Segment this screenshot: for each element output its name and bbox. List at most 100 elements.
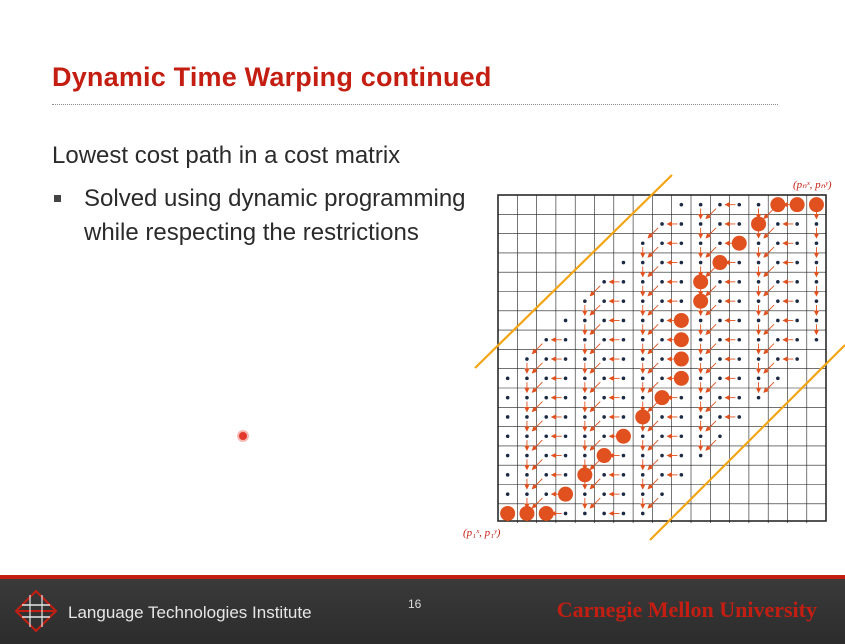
cell-dot: [679, 434, 684, 439]
cell-dot: [698, 415, 703, 419]
cell-dot: [563, 337, 568, 342]
cell-dot: [602, 511, 606, 516]
path-cell: [712, 255, 728, 271]
cell-dot: [602, 299, 606, 303]
cell-dot: [583, 415, 587, 419]
path-cell: [615, 428, 631, 444]
cell-dot: [737, 260, 742, 265]
cell-dot: [640, 299, 645, 303]
cell-dot: [795, 357, 799, 361]
cell-dot: [718, 415, 722, 419]
dtw-cost-matrix-figure: (pₙˣ, pₙʸ) (p₁ˣ, p₁ʸ): [463, 174, 845, 541]
cell-dot: [795, 280, 799, 284]
cell-dot: [544, 492, 549, 496]
cell-dot: [505, 492, 510, 496]
cell-dot: [640, 280, 645, 284]
path-cell: [577, 467, 593, 483]
cell-dot: [814, 241, 819, 246]
cell-dot: [698, 395, 703, 400]
cell-dot: [698, 222, 703, 226]
cell-dot: [756, 357, 761, 361]
cell-dot: [795, 337, 799, 342]
cell-dot: [718, 222, 722, 226]
cell-dot: [795, 299, 799, 303]
cell-dot: [679, 222, 684, 226]
cell-dot: [776, 222, 780, 226]
cell-dot: [679, 202, 684, 207]
cell-dot: [525, 434, 529, 439]
cell-dot: [737, 202, 742, 207]
path-cell: [673, 351, 689, 367]
cell-dot: [602, 492, 606, 496]
cell-dot: [756, 318, 761, 323]
cell-dot: [679, 473, 684, 477]
cell-dot: [776, 318, 780, 323]
cell-dot: [525, 473, 529, 477]
path-cell: [654, 390, 670, 406]
cell-dot: [660, 260, 664, 265]
path-cell: [693, 274, 709, 290]
cell-dot: [621, 453, 626, 458]
path-cell: [519, 505, 535, 521]
cell-dot: [737, 299, 742, 303]
cell-dot: [602, 395, 606, 400]
path-cell: [635, 409, 651, 425]
cell-dot: [640, 434, 645, 439]
cell-dot: [660, 453, 664, 458]
cell-dot: [621, 376, 626, 381]
cell-dot: [544, 473, 549, 477]
cell-dot: [505, 434, 510, 439]
cell-dot: [602, 337, 606, 342]
start-point-label: (p₁ˣ, p₁ʸ): [463, 527, 501, 539]
path-cell: [673, 312, 689, 328]
cell-dot: [718, 376, 722, 381]
cell-dot: [756, 376, 761, 381]
cell-dot: [640, 357, 645, 361]
cell-dot: [660, 337, 664, 342]
cell-dot: [698, 318, 703, 323]
slide-title: Dynamic Time Warping continued: [52, 62, 492, 92]
bullet-marker: [54, 195, 61, 202]
cell-dot: [602, 357, 606, 361]
cell-dot: [621, 260, 626, 265]
cell-dot: [640, 492, 645, 496]
cell-dot: [698, 453, 703, 458]
cell-dot: [660, 280, 664, 284]
slide-subtitle: Lowest cost path in a cost matrix: [52, 142, 401, 169]
cell-dot: [679, 395, 684, 400]
cell-dot: [660, 492, 664, 496]
footer-bar: Language Technologies Institute 16 Carne…: [0, 575, 845, 644]
cell-dot: [737, 318, 742, 323]
cell-dot: [621, 318, 626, 323]
cell-dot: [563, 511, 568, 516]
cell-dot: [718, 202, 722, 207]
cell-dot: [679, 260, 684, 265]
cell-dot: [583, 395, 587, 400]
cell-dot: [621, 492, 626, 496]
cell-dot: [814, 280, 819, 284]
cell-dot: [756, 337, 761, 342]
path-cell: [751, 216, 767, 232]
path-cell: [596, 448, 612, 464]
cell-dot: [718, 395, 722, 400]
cell-dot: [679, 453, 684, 458]
cell-dot: [660, 241, 664, 246]
cell-dot: [698, 241, 703, 246]
cell-dot: [640, 511, 645, 516]
cell-dot: [583, 434, 587, 439]
cell-dot: [660, 376, 664, 381]
cell-dot: [583, 492, 587, 496]
cell-dot: [814, 299, 819, 303]
cell-dot: [718, 434, 722, 439]
cell-dot: [660, 357, 664, 361]
cell-dot: [525, 492, 529, 496]
page-number: 16: [408, 597, 422, 611]
cell-dot: [660, 473, 664, 477]
cell-dot: [776, 260, 780, 265]
cell-dot: [640, 337, 645, 342]
cell-dot: [621, 337, 626, 342]
path-cell: [538, 505, 554, 521]
cell-dot: [737, 415, 742, 419]
path-cell: [789, 197, 805, 213]
path-cell: [808, 197, 824, 213]
